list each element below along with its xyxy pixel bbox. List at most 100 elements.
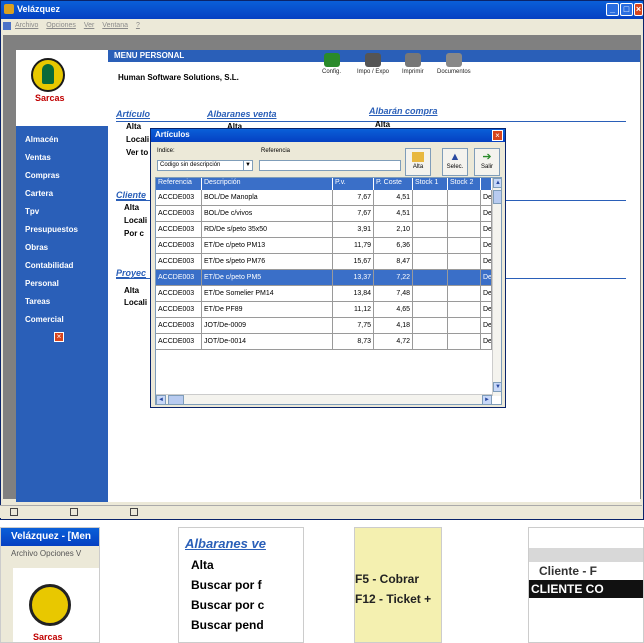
scroll-down-icon[interactable]: ▼ — [493, 382, 501, 392]
col-referencia[interactable]: Referencia — [156, 178, 202, 190]
config-button[interactable]: Config. — [322, 53, 341, 75]
col-descripcion[interactable]: Descripción — [202, 178, 333, 190]
articulos-dialog: Artículos × Indice: Codigo sin descripci… — [150, 128, 506, 408]
sidebar-item-tpv[interactable]: Tpv — [25, 207, 39, 216]
menu-archivo[interactable]: Archivo — [15, 22, 38, 29]
pencil-icon — [323, 53, 340, 67]
cliente-item-2[interactable]: Locali — [124, 216, 147, 225]
table-cell — [448, 318, 481, 334]
section-albaranes-venta: Albaranes venta — [207, 109, 277, 119]
menu-ventana[interactable]: Ventana — [102, 22, 128, 29]
col-pcoste[interactable]: P. Coste — [374, 178, 413, 190]
table-cell: 4,51 — [374, 190, 413, 206]
task-icon-2[interactable] — [70, 508, 78, 516]
config-label: Config. — [322, 69, 342, 75]
col-extra[interactable] — [481, 178, 492, 190]
section-proyecto: Proyec — [116, 268, 147, 278]
sidebar-item-obras[interactable]: Obras — [25, 243, 48, 252]
table-cell — [448, 254, 481, 270]
minimize-button[interactable]: _ — [606, 3, 619, 16]
proyecto-item-1[interactable]: Alta — [124, 286, 139, 295]
table-cell: JOT/De-0009 — [202, 318, 333, 334]
table-cell: 4,65 — [374, 302, 413, 318]
thumb-logo-icon — [29, 584, 71, 626]
col-stock2[interactable]: Stock 2 — [448, 178, 481, 190]
table-cell: ACCDE003 — [156, 238, 202, 254]
col-stock1[interactable]: Stock 1 — [413, 178, 448, 190]
table-cell: 7,67 — [333, 190, 374, 206]
printer-icon — [404, 53, 421, 67]
table-cell — [413, 286, 448, 302]
cliente-item-1[interactable]: Alta — [124, 203, 139, 212]
menu-help[interactable]: ? — [136, 22, 140, 29]
sidebar-item-compras[interactable]: Compras — [25, 171, 60, 180]
table-cell: 4,51 — [374, 206, 413, 222]
sidebar-item-almacen[interactable]: Almacén — [25, 135, 58, 144]
menu-opciones[interactable]: Opciones — [46, 22, 76, 29]
imprimir-button[interactable]: Imprimir — [402, 53, 424, 75]
scroll-right-icon[interactable]: ► — [482, 395, 492, 404]
table-cell — [448, 190, 481, 206]
articulo-item-1[interactable]: Alta — [126, 122, 141, 131]
thumb-albaranes-heading: Albaranes ve — [185, 536, 266, 551]
table-cell — [413, 318, 448, 334]
col-pv[interactable]: P.v. — [333, 178, 374, 190]
window-title: Velázquez — [17, 4, 61, 14]
table-cell: ACCDE003 — [156, 206, 202, 222]
referencia-input[interactable] — [259, 160, 401, 171]
chevron-down-icon[interactable]: ▼ — [243, 161, 252, 170]
task-icon-1[interactable] — [10, 508, 18, 516]
table-cell: ACCDE003 — [156, 270, 202, 286]
articulo-item-2[interactable]: Locali — [126, 135, 149, 144]
table-cell: BOL/De c/vivos — [202, 206, 333, 222]
maximize-button[interactable]: □ — [620, 3, 633, 16]
sidebar-item-presupuestos[interactable]: Presupuestos — [25, 225, 78, 234]
close-icon[interactable]: × — [54, 332, 64, 342]
table-cell — [448, 222, 481, 238]
impo-expo-button[interactable]: Impo / Expo — [357, 53, 389, 75]
table-cell: RD/De s/peto 35x50 — [202, 222, 333, 238]
title-bar[interactable]: Velázquez _ □ × — [1, 1, 643, 19]
sidebar-item-personal[interactable]: Personal — [25, 279, 59, 288]
thumb-title: Velázquez - [Men — [1, 528, 99, 546]
table-cell: Del — [481, 206, 492, 222]
table-cell — [448, 238, 481, 254]
selec-button[interactable]: ▲ Selec. — [442, 148, 468, 176]
proyecto-item-2[interactable]: Locali — [124, 298, 147, 307]
disk-icon — [365, 53, 381, 67]
hscroll-thumb[interactable] — [168, 395, 184, 404]
close-button[interactable]: × — [634, 3, 643, 16]
table-cell — [413, 334, 448, 350]
table-cell: ACCDE003 — [156, 334, 202, 350]
indice-select[interactable]: Codigo sin descripción ▼ — [157, 160, 253, 171]
dialog-title[interactable]: Artículos — [151, 129, 505, 142]
app-icon — [4, 4, 14, 14]
horizontal-scrollbar[interactable]: ◄ ► — [156, 394, 492, 404]
cliente-item-3[interactable]: Por c — [124, 229, 144, 238]
alta-button[interactable]: Alta — [405, 148, 431, 176]
vertical-scrollbar[interactable]: ▲ ▼ — [492, 178, 501, 396]
thumb-albaranes-item: Buscar pend — [191, 618, 264, 632]
articulo-item-3[interactable]: Ver to — [126, 148, 148, 157]
task-icon-3[interactable] — [130, 508, 138, 516]
sidebar-item-ventas[interactable]: Ventas — [25, 153, 51, 162]
table-cell: 8,73 — [333, 334, 374, 350]
table-cell: Del — [481, 238, 492, 254]
scroll-up-icon[interactable]: ▲ — [493, 178, 501, 188]
scroll-thumb[interactable] — [493, 190, 501, 204]
sidebar-item-comercial[interactable]: Comercial — [25, 315, 64, 324]
sidebar-item-cartera[interactable]: Cartera — [25, 189, 53, 198]
salir-button[interactable]: ➔ Salir — [474, 148, 500, 176]
scroll-left-icon[interactable]: ◄ — [156, 395, 166, 404]
table-cell — [448, 206, 481, 222]
documentos-button[interactable]: Documentos — [437, 53, 471, 75]
referencia-label: Referencia — [261, 148, 291, 154]
table-cell: 7,48 — [374, 286, 413, 302]
table-cell: 7,75 — [333, 318, 374, 334]
menu-ver[interactable]: Ver — [84, 22, 95, 29]
table-cell: ET/De c/peto PM13 — [202, 238, 333, 254]
sidebar-item-tareas[interactable]: Tareas — [25, 297, 50, 306]
dialog-close-button[interactable]: × — [492, 130, 503, 141]
sidebar-item-contabilidad[interactable]: Contabilidad — [25, 261, 73, 270]
table-cell: 6,36 — [374, 238, 413, 254]
